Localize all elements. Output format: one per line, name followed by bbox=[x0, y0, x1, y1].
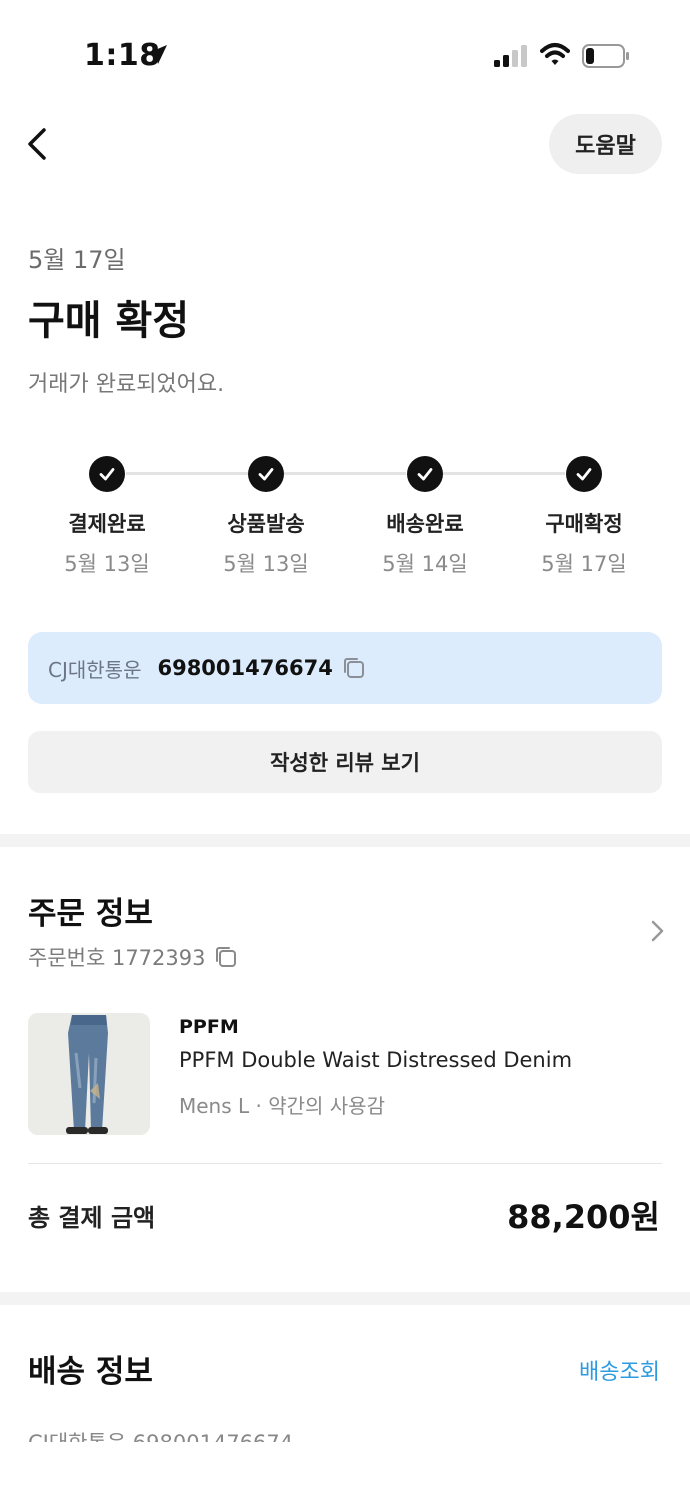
progress-step-confirmed: 구매확정 5월 17일 bbox=[504, 456, 664, 578]
product-option: Mens L · 약간의 사용감 bbox=[179, 1094, 385, 1118]
wifi-icon bbox=[540, 43, 570, 65]
back-button[interactable] bbox=[22, 124, 56, 164]
order-number-label: 주문번호 1772393 bbox=[28, 946, 206, 970]
location-arrow-icon bbox=[148, 45, 167, 64]
tracking-carrier: CJ대한통운 bbox=[48, 657, 142, 682]
step-label: 상품발송 bbox=[227, 512, 305, 536]
section-divider bbox=[0, 1292, 690, 1305]
product-thumbnail[interactable] bbox=[28, 1013, 150, 1135]
total-payment-label: 총 결제 금액 bbox=[28, 1204, 156, 1232]
chevron-right-icon[interactable] bbox=[646, 918, 668, 944]
progress-step-delivered: 배송완료 5월 14일 bbox=[345, 456, 505, 578]
progress-step-shipped: 상품발송 5월 13일 bbox=[186, 456, 346, 578]
page-title: 구매 확정 bbox=[28, 298, 190, 344]
product-brand: PPFM bbox=[179, 1016, 239, 1038]
step-label: 배송완료 bbox=[386, 512, 464, 536]
shipping-info-title: 배송 정보 bbox=[28, 1354, 153, 1390]
jeans-image bbox=[28, 1013, 150, 1135]
track-shipment-link[interactable]: 배송조회 bbox=[579, 1354, 660, 1386]
view-review-button[interactable]: 작성한 리뷰 보기 bbox=[28, 731, 662, 793]
status-date: 5월 17일 bbox=[28, 246, 126, 274]
step-date: 5월 14일 bbox=[382, 552, 468, 576]
copy-icon[interactable] bbox=[341, 655, 367, 681]
step-date: 5월 13일 bbox=[64, 552, 150, 576]
cellular-signal-icon bbox=[494, 45, 527, 67]
status-bar: 1:18 bbox=[0, 0, 690, 110]
section-divider bbox=[0, 834, 690, 847]
product-name[interactable]: PPFM Double Waist Distressed Denim bbox=[179, 1048, 572, 1072]
row-divider bbox=[28, 1163, 662, 1164]
check-circle-icon bbox=[566, 456, 602, 492]
step-label: 구매확정 bbox=[545, 512, 623, 536]
check-circle-icon bbox=[248, 456, 284, 492]
help-button[interactable]: 도움말 bbox=[549, 114, 662, 174]
progress-step-payment: 결제완료 5월 13일 bbox=[27, 456, 187, 578]
tracking-info-box: CJ대한통운 698001476674 bbox=[28, 632, 662, 704]
copy-icon[interactable] bbox=[213, 944, 239, 970]
check-circle-icon bbox=[89, 456, 125, 492]
step-date: 5월 17일 bbox=[541, 552, 627, 576]
tracking-number: 698001476674 bbox=[157, 656, 333, 680]
shipping-tracking-line: CJ대한통운 698001476674 bbox=[28, 1428, 293, 1442]
step-label: 결제완료 bbox=[68, 512, 146, 536]
status-subtitle: 거래가 완료되었어요. bbox=[28, 372, 225, 397]
step-date: 5월 13일 bbox=[223, 552, 309, 576]
order-number: 주문번호 1772393 bbox=[28, 942, 239, 972]
battery-icon bbox=[582, 44, 629, 68]
check-circle-icon bbox=[407, 456, 443, 492]
total-payment-amount: 88,200원 bbox=[507, 1198, 660, 1236]
order-info-title: 주문 정보 bbox=[28, 896, 153, 932]
